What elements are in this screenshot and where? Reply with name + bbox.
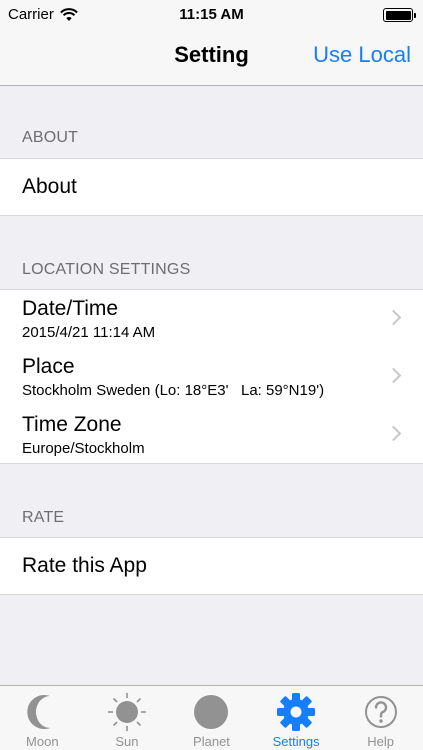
tab-moon-label: Moon xyxy=(26,734,59,749)
tab-help-label: Help xyxy=(367,734,395,749)
about-group: About xyxy=(0,158,423,216)
section-header-rate: RATE xyxy=(22,509,65,526)
tab-bar: Moon Sun Planet Settings Help xyxy=(0,685,423,750)
place-row[interactable]: Place Stockholm Sweden (Lo: 18°E3' La: 5… xyxy=(0,348,423,406)
tab-sun[interactable]: Sun xyxy=(85,686,170,750)
status-time: 11:15 AM xyxy=(179,6,244,23)
moon-icon xyxy=(27,695,51,729)
gear-icon xyxy=(277,693,316,731)
date-time-value: 2015/4/21 11:14 AM xyxy=(22,324,156,341)
section-header-about: ABOUT xyxy=(22,129,79,146)
use-local-button[interactable]: Use Local xyxy=(313,42,411,68)
tab-settings-label: Settings xyxy=(272,734,320,749)
chevron-right-icon xyxy=(385,367,402,384)
battery-icon xyxy=(383,8,416,22)
tab-sun-label: Sun xyxy=(115,734,139,749)
tab-help[interactable]: Help xyxy=(338,686,423,750)
location-group: Date/Time 2015/4/21 11:14 AM Place Stock… xyxy=(0,289,423,464)
place-value: Stockholm Sweden (Lo: 18°E3' La: 59°N19'… xyxy=(22,382,325,399)
help-icon xyxy=(364,696,397,728)
settings-screen: Carrier 11:15 AM Setting Use Local ABOUT… xyxy=(0,0,423,750)
section-header-location: LOCATION SETTINGS xyxy=(22,261,191,278)
tab-moon[interactable]: Moon xyxy=(0,686,85,750)
chevron-right-icon xyxy=(385,425,402,442)
date-time-row[interactable]: Date/Time 2015/4/21 11:14 AM xyxy=(0,290,423,348)
planet-icon xyxy=(194,695,229,729)
about-row[interactable]: About xyxy=(0,159,423,216)
navigation-bar: Setting Use Local xyxy=(0,30,423,86)
rate-app-title: Rate this App xyxy=(22,554,147,577)
tab-planet-label: Planet xyxy=(193,734,230,749)
rate-group: Rate this App xyxy=(0,537,423,595)
status-bar: Carrier 11:15 AM xyxy=(0,0,423,30)
date-time-title: Date/Time xyxy=(22,297,119,320)
rate-app-row[interactable]: Rate this App xyxy=(0,538,423,595)
tab-planet[interactable]: Planet xyxy=(169,686,254,750)
sun-icon xyxy=(107,693,146,731)
chevron-right-icon xyxy=(385,309,402,326)
time-zone-title: Time Zone xyxy=(22,413,122,436)
about-row-title: About xyxy=(22,175,77,198)
time-zone-value: Europe/Stockholm xyxy=(22,440,145,457)
tab-settings[interactable]: Settings xyxy=(254,686,339,750)
time-zone-row[interactable]: Time Zone Europe/Stockholm xyxy=(0,406,423,464)
place-title: Place xyxy=(22,355,75,378)
